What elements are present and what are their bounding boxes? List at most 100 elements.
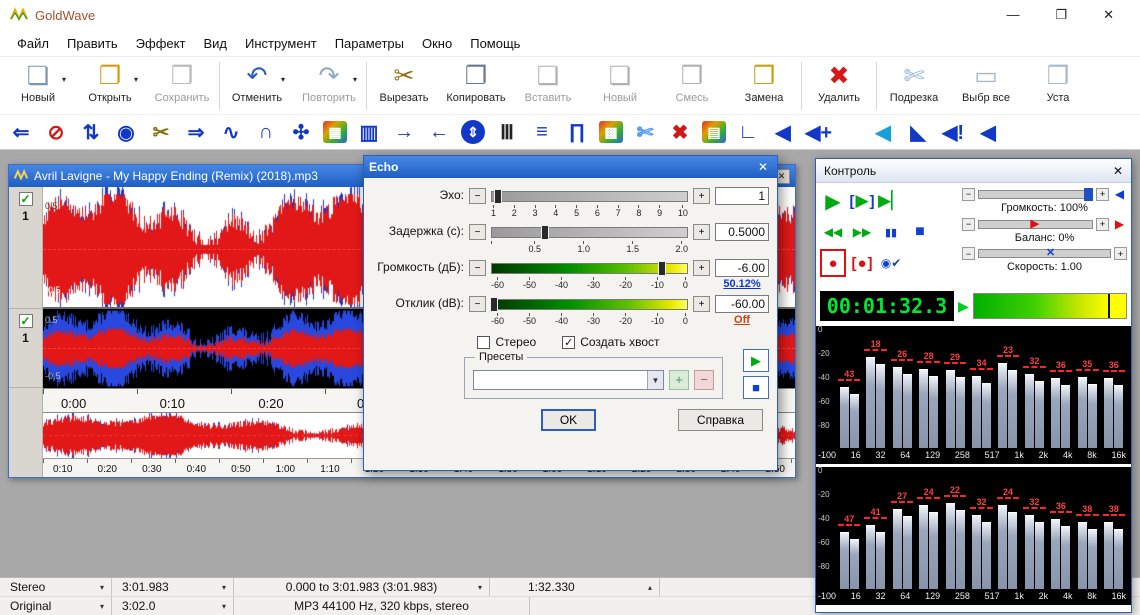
ok-button[interactable]: OK	[541, 409, 596, 431]
echo-titlebar[interactable]: Echo ✕	[364, 156, 777, 178]
preset-combobox[interactable]: ▼	[473, 370, 664, 390]
select-all-button[interactable]: ▭Выбр все	[950, 59, 1022, 104]
increase-button[interactable]: +	[693, 224, 710, 240]
preset-add-button[interactable]: +	[669, 370, 689, 390]
monitor-speaker-icon[interactable]: ◀	[770, 118, 796, 146]
volume-db-slider[interactable]	[491, 263, 688, 274]
time-cell[interactable]: 3:02.0▾	[112, 597, 234, 615]
channel-checkbox-R[interactable]: ✓	[19, 314, 33, 328]
slider-thumb[interactable]	[490, 297, 498, 312]
menu-item-effect[interactable]: Эффект	[127, 33, 195, 54]
increase-button[interactable]: +	[693, 188, 710, 204]
swap-channels-icon[interactable]: ⇅	[78, 118, 104, 146]
menu-item-file[interactable]: Файл	[8, 33, 58, 54]
menu-item-tool[interactable]: Инструмент	[236, 33, 326, 54]
cut-button[interactable]: ✂Вырезать	[368, 59, 440, 104]
disable-edit-icon[interactable]: ⊘	[43, 118, 69, 146]
preset-input[interactable]	[474, 371, 647, 389]
restore-button[interactable]: ❐	[1055, 7, 1067, 23]
balance-marker-icon[interactable]: ▶	[1112, 217, 1127, 231]
play-selection-button[interactable]: [▶]	[849, 187, 875, 215]
sphere-tool-icon[interactable]: ◉	[113, 118, 139, 146]
help-button[interactable]: Справка	[678, 409, 763, 431]
volume-db-slider-value[interactable]: -6.00	[715, 259, 769, 277]
decrease-button[interactable]: −	[962, 247, 975, 260]
echo-dialog[interactable]: Echo ✕ Эхо:−+112345678910Задержка (с):−+…	[363, 155, 778, 471]
increase-button[interactable]: +	[1096, 218, 1109, 231]
volume-db-slider-link[interactable]: 50.12%	[715, 278, 769, 290]
goto-marker-icon[interactable]: ⇐	[8, 118, 34, 146]
delay-slider[interactable]	[491, 227, 688, 238]
rewind-button[interactable]: ◀◀	[820, 218, 846, 246]
fast-forward-button[interactable]: ▶▶	[849, 218, 875, 246]
position-cell[interactable]: 1:32.330▴	[490, 578, 660, 596]
corner-plot-icon[interactable]: ∟	[735, 118, 761, 146]
decrease-button[interactable]: −	[962, 188, 975, 201]
increase-button[interactable]: +	[693, 296, 710, 312]
corner-arrow-icon[interactable]: ◣	[905, 118, 931, 146]
preset-remove-button[interactable]: −	[694, 370, 714, 390]
set-button[interactable]: ❒Уста	[1022, 59, 1094, 104]
equalizer-sliders-icon[interactable]: Ⅲ	[494, 118, 520, 146]
speaker-play-icon[interactable]: ◀	[870, 118, 896, 146]
pitch-sphere-icon[interactable]: ⇕	[461, 120, 485, 144]
slider-thumb[interactable]: ✕	[1046, 246, 1055, 260]
echo-amount-slider-value[interactable]: 1	[715, 187, 769, 205]
slider-thumb[interactable]	[541, 225, 549, 240]
feedback-slider[interactable]	[491, 299, 688, 310]
control-titlebar[interactable]: Контроль ✕	[816, 159, 1131, 183]
control-window[interactable]: Контроль ✕ ▶[▶]▶▏◀◀▶▶▮▮■●[●]◉✔ −+◀Громко…	[815, 158, 1132, 613]
increase-button[interactable]: +	[1096, 188, 1109, 201]
dropdown-arrow-icon[interactable]: ▾	[134, 75, 138, 84]
volume-slider[interactable]	[978, 190, 1093, 199]
slider-thumb[interactable]: ▶	[1031, 217, 1039, 231]
rainbow-grid-icon[interactable]: ▦	[323, 121, 347, 143]
close-icon[interactable]: ✕	[1113, 164, 1123, 178]
length-cell[interactable]: 3:01.983▾	[112, 578, 234, 596]
feedback-slider-link[interactable]: Off	[715, 314, 769, 326]
channel-toggle-L[interactable]: ✓1	[9, 187, 42, 309]
dropdown-arrow-icon[interactable]: ▾	[62, 75, 66, 84]
play-all-button[interactable]: ▶▏	[878, 187, 904, 215]
channel-checkbox-L[interactable]: ✓	[19, 192, 33, 206]
menu-item-view[interactable]: Вид	[194, 33, 236, 54]
offset-right-icon[interactable]: →	[391, 118, 417, 146]
mix-button[interactable]: ❒Смесь	[656, 59, 728, 104]
slider-thumb[interactable]	[494, 189, 502, 204]
loop-arch-icon[interactable]: ∩	[253, 118, 279, 146]
comb-filter-icon[interactable]: ∏	[564, 118, 590, 146]
preview-stop-button[interactable]: ■	[743, 376, 769, 399]
slider-thumb[interactable]	[1084, 188, 1093, 201]
format-cell[interactable]: MP3 44100 Hz, 320 kbps, stereo	[234, 597, 530, 615]
increase-button[interactable]: +	[693, 260, 710, 276]
increase-button[interactable]: +	[1114, 247, 1127, 260]
speaker-add-icon[interactable]: ◀+	[805, 118, 832, 146]
menu-item-help[interactable]: Помощь	[461, 33, 529, 54]
open-button[interactable]: ❐▾Открыть	[74, 59, 146, 104]
tail-checkbox[interactable]: ✓Создать хвост	[562, 335, 659, 349]
paste-new-button[interactable]: ❏Новый	[584, 59, 656, 104]
delay-slider-value[interactable]: 0.5000	[715, 223, 769, 241]
menu-item-edit[interactable]: Править	[58, 33, 127, 54]
record-selection-button[interactable]: [●]	[849, 249, 875, 277]
balance-slider[interactable]: ▶	[978, 220, 1093, 229]
silence-scissors-icon[interactable]: ✂	[148, 118, 174, 146]
offset-left-icon[interactable]: ←	[426, 118, 452, 146]
expression-chart-icon[interactable]: ▥	[356, 118, 382, 146]
decrease-button[interactable]: −	[962, 218, 975, 231]
speaker-icon[interactable]: ◀	[1112, 187, 1127, 201]
speaker-left-icon[interactable]: ◀	[975, 118, 1001, 146]
echo-amount-slider[interactable]	[491, 191, 688, 202]
doppler-wave-icon[interactable]: ∿	[218, 118, 244, 146]
menu-item-options[interactable]: Параметры	[326, 33, 413, 54]
slider-thumb[interactable]	[658, 261, 666, 276]
new-button[interactable]: ❏▾Новый	[2, 59, 74, 104]
dropdown-arrow-icon[interactable]: ▾	[353, 75, 357, 84]
decrease-button[interactable]: −	[469, 224, 486, 240]
stereo-checkbox[interactable]: Стерео	[477, 335, 536, 349]
close-button[interactable]: ✕	[1103, 7, 1114, 23]
trim-button[interactable]: ✄Подрезка	[878, 59, 950, 104]
copy-button[interactable]: ❐Копировать	[440, 59, 512, 104]
minimize-button[interactable]: —	[1006, 7, 1019, 23]
popup-arrow-icon[interactable]: ▴	[648, 583, 652, 592]
